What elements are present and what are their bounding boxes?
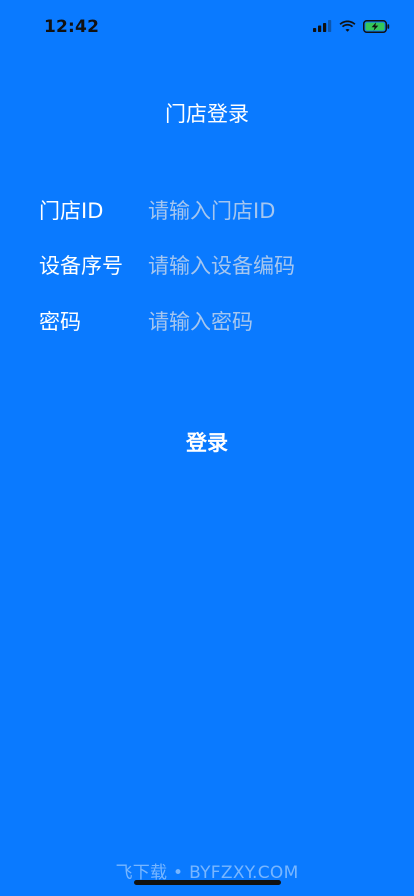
home-indicator — [134, 880, 281, 885]
login-button[interactable]: 登录 — [127, 420, 287, 464]
device-serial-label: 设备序号 — [39, 254, 123, 278]
password-row: 密码 — [0, 304, 414, 340]
password-input[interactable] — [148, 304, 378, 340]
store-id-input[interactable] — [148, 193, 378, 229]
status-bar: 12:42 — [0, 0, 414, 48]
status-time: 12:42 — [44, 17, 100, 37]
page-title: 门店登录 — [165, 102, 249, 126]
signal-icon — [313, 20, 332, 32]
store-id-row: 门店ID — [0, 193, 414, 229]
device-serial-row: 设备序号 — [0, 248, 414, 284]
store-id-label: 门店ID — [39, 199, 104, 223]
wifi-icon — [339, 20, 356, 32]
password-label: 密码 — [39, 310, 81, 334]
battery-charging-icon — [363, 19, 390, 33]
device-serial-input[interactable] — [148, 248, 378, 284]
login-screen: 12:42 门店登录 门店ID 请输入门店ID 设备序号 请输入设备编码 密码 … — [0, 0, 414, 896]
status-icons — [313, 18, 390, 34]
